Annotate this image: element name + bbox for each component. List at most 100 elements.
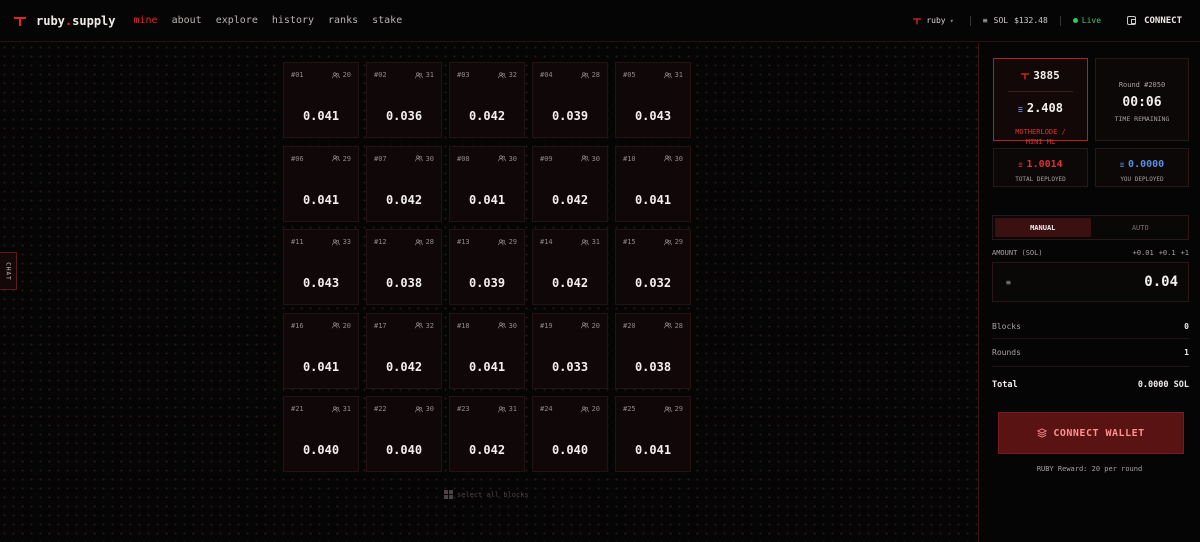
block-tile[interactable]: #10 30 0.041 [615,145,691,222]
brand-name-tail: supply [72,13,116,28]
block-id: #07 [374,154,387,163]
block-id: #25 [623,405,636,413]
users-icon [331,405,340,412]
block-tile[interactable]: #20 28 0.038 [615,312,691,389]
users-icon [580,238,589,245]
quick-add-01-button[interactable]: +0.1 [1159,249,1176,257]
sol-symbol-icon: ≡ [982,16,988,25]
block-tile[interactable]: #23 31 0.042 [449,396,525,472]
ruby-token-icon [913,17,922,24]
users-icon [331,322,340,329]
block-tile[interactable]: #18 30 0.041 [449,312,525,389]
block-miners-count: 31 [342,405,351,413]
block-miners-count: 30 [674,154,683,163]
block-tile[interactable]: #15 29 0.032 [615,229,691,305]
block-tile[interactable]: #06 29 0.041 [283,145,359,222]
block-miners-count: 28 [425,238,434,246]
block-miners: 29 [331,155,351,163]
block-tile[interactable]: #05 31 0.043 [615,62,691,138]
block-tile[interactable]: #08 30 0.041 [449,145,525,222]
block-amount: 0.041 [468,359,506,374]
block-tile[interactable]: #02 31 0.036 [366,62,442,138]
ruby-token-icon [1021,72,1030,79]
block-grid: #01 20 0.041 #02 31 0.036 #03 32 0.042 #04 28 0.039… [283,62,691,472]
block-tile[interactable]: #21 31 0.040 [283,396,359,472]
select-all-label: select all blocks [457,490,529,499]
motherlode-sol-value: 2.408 [1026,101,1063,115]
users-icon [414,322,423,329]
divider [1008,91,1073,92]
sol-symbol-icon: ≡ [1018,105,1023,114]
motherlode-sol: ≡ 2.408 [994,101,1087,115]
block-id: #04 [540,71,553,79]
block-tile[interactable]: #01 20 0.041 [283,62,359,138]
block-id: #14 [540,238,553,246]
block-amount: 0.038 [385,276,423,290]
block-tile[interactable]: #13 29 0.039 [449,229,525,305]
nav-stake[interactable]: stake [372,15,402,26]
block-tile[interactable]: #04 28 0.039 [532,62,608,138]
users-icon [497,322,506,329]
mode-manual-button[interactable]: MANUAL [995,218,1091,237]
block-tile[interactable]: #11 33 0.043 [283,229,359,305]
users-icon [331,71,340,78]
block-miners: 20 [580,405,600,413]
block-tile[interactable]: #19 20 0.033 [532,312,608,389]
quick-add-1-button[interactable]: +1 [1181,249,1189,257]
nav-history[interactable]: history [272,15,314,26]
block-amount: 0.032 [634,276,672,290]
connect-wallet-label: CONNECT WALLET [1053,427,1145,439]
block-amount: 0.040 [385,443,423,457]
block-tile[interactable]: #12 28 0.038 [366,229,442,305]
round-card: Round #2050 00:06 TIME REMAINING [1095,58,1189,141]
block-amount: 0.033 [551,359,589,374]
select-all-blocks[interactable]: select all blocks [444,490,529,499]
users-icon [497,405,506,412]
block-tile[interactable]: #14 31 0.042 [532,229,608,305]
block-miners: 30 [414,405,434,413]
header-right: ruby ▾ ≡ SOL $132.48 Live CONNECT [913,0,1200,42]
block-miners: 29 [663,405,683,413]
block-tile[interactable]: #16 20 0.041 [283,312,359,389]
mode-auto-button[interactable]: AUTO [1093,216,1189,239]
motherlode-label: MOTHERLODE / MINI ML [994,127,1087,147]
block-miners: 31 [331,405,351,413]
nav-ranks[interactable]: ranks [328,15,358,26]
block-tile[interactable]: #03 32 0.042 [449,62,525,138]
blocks-label: Blocks [992,322,1021,331]
connect-button[interactable]: CONNECT [1115,16,1200,26]
motherlode-ruby-value: 3885 [1033,69,1060,82]
block-miners: 30 [497,155,517,163]
block-id: #15 [623,238,636,246]
block-id: #16 [291,321,304,330]
token-select[interactable]: ruby ▾ [913,16,969,25]
rounds-row: Rounds 1 [992,348,1189,357]
block-amount: 0.040 [302,443,340,457]
block-id: #21 [291,405,304,413]
nav-explore[interactable]: explore [216,15,258,26]
block-id: #22 [374,405,387,413]
chat-tab[interactable]: CHAT [0,252,17,290]
motherlode-ruby: 3885 [994,69,1087,82]
you-deployed-label: YOU DEPLOYED [1120,176,1164,183]
live-dot-icon [1072,18,1078,23]
quick-add-001-button[interactable]: +0.01 [1133,249,1154,257]
logo[interactable]: ruby.supply [14,14,116,28]
block-miners-count: 28 [674,321,683,330]
connect-wallet-button[interactable]: CONNECT WALLET [998,412,1184,454]
block-tile[interactable]: #24 20 0.040 [532,396,608,472]
you-deployed-card: ≡ 0.0000 YOU DEPLOYED [1095,148,1189,187]
block-tile[interactable]: #07 30 0.042 [366,145,442,222]
block-tile[interactable]: #22 30 0.040 [366,396,442,472]
block-tile[interactable]: #25 29 0.041 [615,396,691,472]
amount-input[interactable]: ≡ 0.04 [992,262,1189,302]
you-deployed-value: 0.0000 [1128,159,1165,170]
block-miners-count: 33 [342,238,351,246]
nav-mine[interactable]: mine [134,15,158,26]
block-tile[interactable]: #09 30 0.042 [532,145,608,222]
nav-about[interactable]: about [172,15,202,26]
total-deployed-card: ≡ 1.0014 TOTAL DEPLOYED [993,148,1088,187]
users-icon [414,71,423,78]
block-miners-count: 20 [342,71,351,79]
block-tile[interactable]: #17 32 0.042 [366,312,442,389]
